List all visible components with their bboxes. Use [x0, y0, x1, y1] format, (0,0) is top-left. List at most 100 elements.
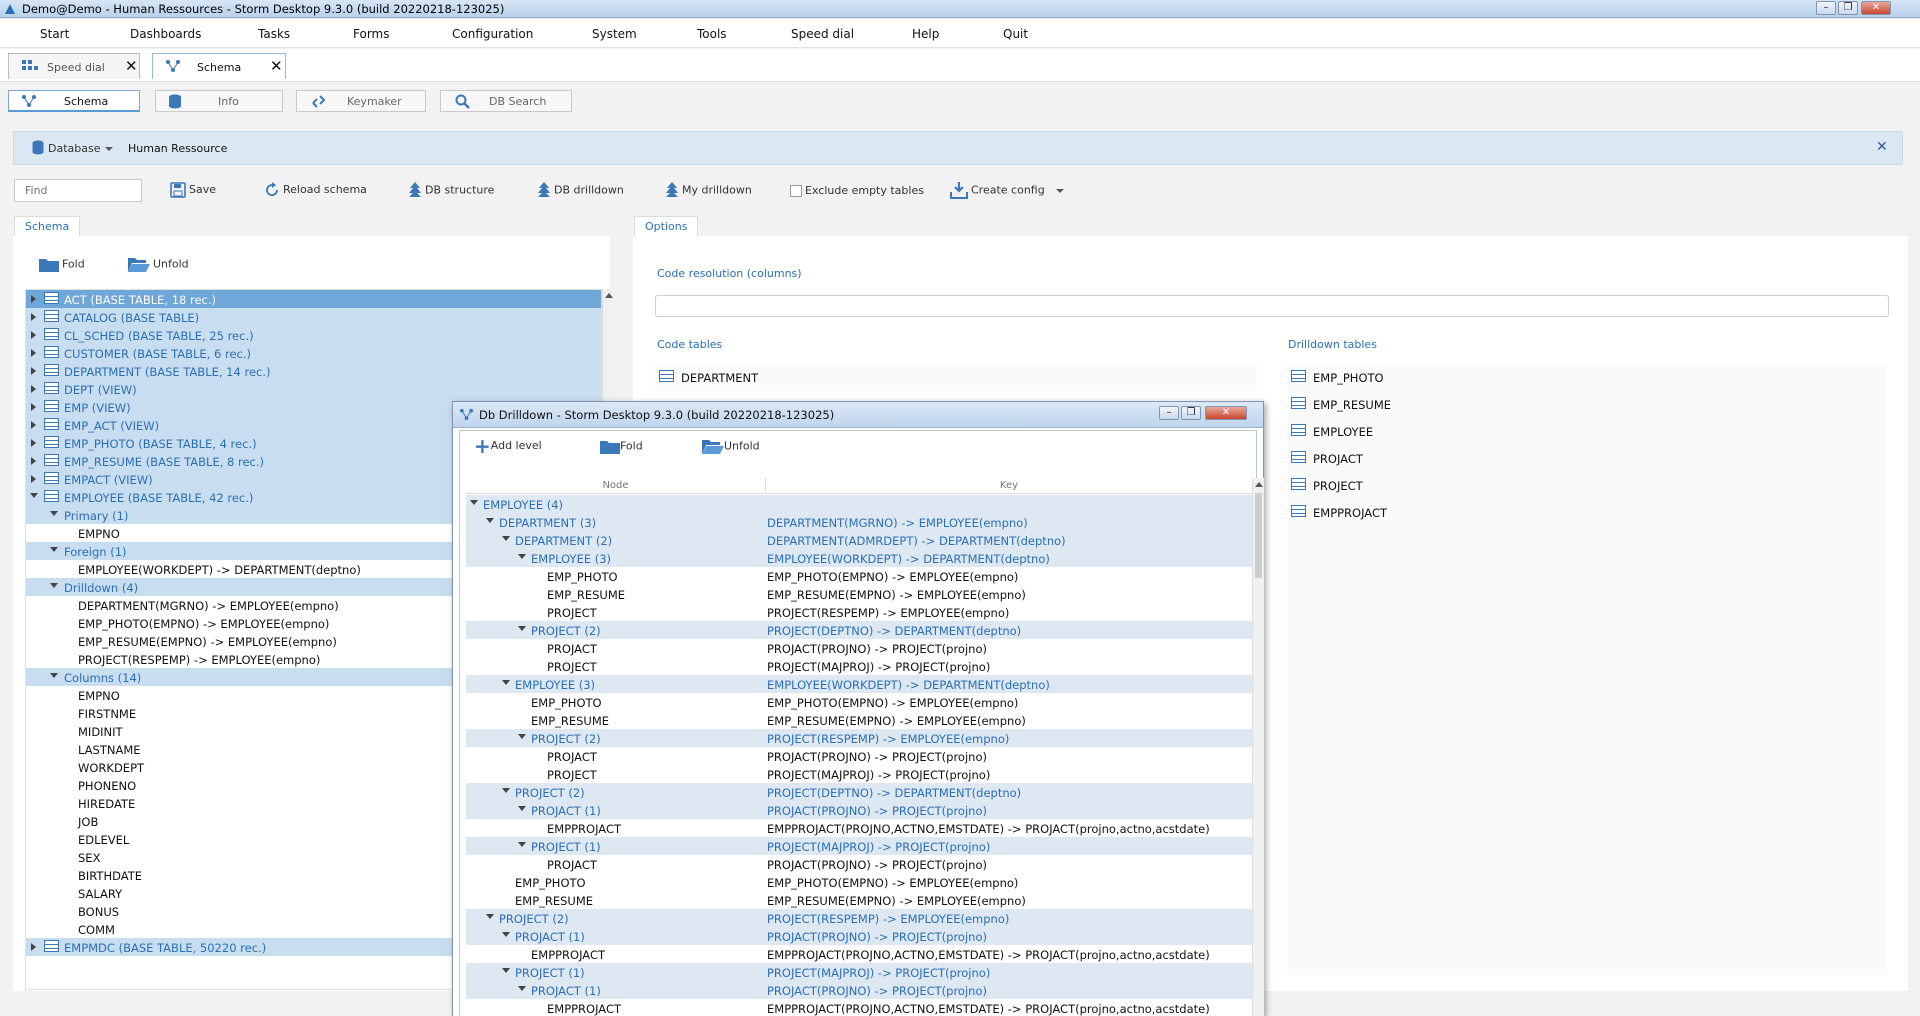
collapsed-arrow-icon[interactable]: [31, 295, 36, 303]
my-drilldown-button[interactable]: My drilldown: [665, 182, 752, 204]
drilldown-grid[interactable]: EMPLOYEE (4) DEPARTMENT (3) DEPARTMENT(MGR…: [466, 495, 1252, 1016]
drilldown-row[interactable]: EMPLOYEE (3) EMPLOYEE(WORKDEPT) -> DEPART…: [466, 675, 1252, 693]
expanded-arrow-icon[interactable]: [486, 914, 494, 919]
schema-tree-row[interactable]: CATALOG (BASE TABLE): [26, 308, 601, 326]
drilldown-row[interactable]: EMPPROJACT EMPPROJACT(PROJNO,ACTNO,EMSTDA…: [466, 819, 1252, 837]
drilldown-row[interactable]: DEPARTMENT (2) DEPARTMENT(ADMRDEPT) -> DE…: [466, 531, 1252, 549]
scroll-up-icon[interactable]: [605, 293, 613, 298]
expanded-arrow-icon[interactable]: [502, 932, 510, 937]
drilldown-row[interactable]: EMP_RESUME EMP_RESUME(EMPNO) -> EMPLOYEE(…: [466, 711, 1252, 729]
collapsed-arrow-icon[interactable]: [31, 313, 36, 321]
drilldown-row[interactable]: EMPLOYEE (3) EMPLOYEE(WORKDEPT) -> DEPART…: [466, 549, 1252, 567]
fold-button[interactable]: Fold: [39, 257, 85, 279]
close-window-button[interactable]: ✕: [1861, 1, 1891, 15]
drilldown-row[interactable]: EMP_PHOTO EMP_PHOTO(EMPNO) -> EMPLOYEE(em…: [466, 567, 1252, 585]
expanded-arrow-icon[interactable]: [518, 626, 526, 631]
minimize-button[interactable]: –: [1816, 1, 1836, 15]
unfold-button[interactable]: Unfold: [128, 257, 189, 279]
close-tab-icon[interactable]: ✕: [270, 57, 283, 75]
create-config-button[interactable]: Create config: [950, 182, 1067, 204]
expanded-arrow-icon[interactable]: [30, 493, 38, 498]
expanded-arrow-icon[interactable]: [502, 536, 510, 541]
expanded-arrow-icon[interactable]: [50, 511, 58, 516]
expanded-arrow-icon[interactable]: [502, 788, 510, 793]
code-table-item[interactable]: DEPARTMENT: [655, 366, 1255, 388]
expanded-arrow-icon[interactable]: [518, 842, 526, 847]
column-header-key[interactable]: Key: [766, 478, 1252, 493]
drilldown-table-item[interactable]: EMPLOYEE: [1287, 420, 1887, 442]
drilldown-row[interactable]: EMPPROJACT EMPPROJACT(PROJNO,ACTNO,EMSTDA…: [466, 999, 1252, 1016]
save-button[interactable]: Save: [170, 182, 216, 204]
menu-quit[interactable]: Quit: [1003, 27, 1028, 41]
close-tab-icon[interactable]: ✕: [125, 57, 138, 75]
code-resolution-input[interactable]: [655, 295, 1889, 317]
expanded-arrow-icon[interactable]: [518, 734, 526, 739]
drilldown-row[interactable]: PROJACT PROJACT(PROJNO) -> PROJECT(projno…: [466, 639, 1252, 657]
expanded-arrow-icon[interactable]: [50, 583, 58, 588]
drilldown-row[interactable]: PROJACT PROJACT(PROJNO) -> PROJECT(projno…: [466, 855, 1252, 873]
drilldown-grid-scrollbar[interactable]: [1252, 478, 1264, 1016]
expanded-arrow-icon[interactable]: [518, 986, 526, 991]
collapsed-arrow-icon[interactable]: [31, 385, 36, 393]
dialog-close-button[interactable]: ✕: [1205, 406, 1247, 420]
menu-speed-dial[interactable]: Speed dial: [791, 27, 854, 41]
expanded-arrow-icon[interactable]: [50, 673, 58, 678]
menu-system[interactable]: System: [592, 27, 637, 41]
drilldown-row[interactable]: PROJECT (1) PROJECT(MAJPROJ) -> PROJECT(p…: [466, 963, 1252, 981]
scroll-up-icon[interactable]: [1255, 482, 1263, 487]
drilldown-row[interactable]: EMPLOYEE (4): [466, 495, 1252, 513]
expanded-arrow-icon[interactable]: [50, 547, 58, 552]
schema-tree-row[interactable]: CUSTOMER (BASE TABLE, 6 rec.): [26, 344, 601, 362]
column-header-node[interactable]: Node: [466, 478, 766, 493]
collapsed-arrow-icon[interactable]: [31, 943, 36, 951]
tab-db-search[interactable]: DB Search: [440, 90, 572, 112]
collapsed-arrow-icon[interactable]: [31, 367, 36, 375]
expanded-arrow-icon[interactable]: [470, 500, 478, 505]
schema-tree-row[interactable]: ACT (BASE TABLE, 18 rec.): [26, 290, 601, 308]
find-input[interactable]: [14, 179, 142, 202]
code-tables-list[interactable]: DEPARTMENT: [655, 365, 1257, 391]
drilldown-row[interactable]: PROJECT PROJECT(MAJPROJ) -> PROJECT(projn…: [466, 765, 1252, 783]
drilldown-row[interactable]: EMP_PHOTO EMP_PHOTO(EMPNO) -> EMPLOYEE(em…: [466, 693, 1252, 711]
drilldown-table-item[interactable]: PROJECT: [1287, 474, 1887, 496]
exclude-empty-tables-checkbox[interactable]: Exclude empty tables: [790, 184, 924, 206]
dialog-maximize-button[interactable]: ❐: [1181, 406, 1201, 420]
drilldown-row[interactable]: PROJECT (2) PROJECT(DEPTNO) -> DEPARTMENT…: [466, 621, 1252, 639]
drilldown-row[interactable]: PROJACT (1) PROJACT(PROJNO) -> PROJECT(pr…: [466, 927, 1252, 945]
drilldown-row[interactable]: PROJECT PROJECT(MAJPROJ) -> PROJECT(projn…: [466, 657, 1252, 675]
dialog-minimize-button[interactable]: –: [1159, 406, 1179, 420]
drilldown-row[interactable]: EMP_RESUME EMP_RESUME(EMPNO) -> EMPLOYEE(…: [466, 891, 1252, 909]
tab-schema[interactable]: Schema: [8, 90, 140, 112]
drilldown-tables-list[interactable]: EMP_PHOTO EMP_RESUME EMPLOYEE PROJACT PR…: [1287, 365, 1887, 975]
drilldown-table-item[interactable]: PROJACT: [1287, 447, 1887, 469]
drilldown-row[interactable]: EMP_RESUME EMP_RESUME(EMPNO) -> EMPLOYEE(…: [466, 585, 1252, 603]
reload-schema-button[interactable]: Reload schema: [264, 182, 367, 204]
maximize-button[interactable]: ❐: [1838, 1, 1858, 15]
schema-tree-row[interactable]: CL_SCHED (BASE TABLE, 25 rec.): [26, 326, 601, 344]
dialog-unfold-button[interactable]: Unfold: [702, 439, 760, 454]
scrollbar-thumb[interactable]: [1255, 493, 1262, 578]
chevron-down-icon[interactable]: [1056, 188, 1065, 193]
drilldown-table-item[interactable]: EMP_RESUME: [1287, 393, 1887, 415]
panel-tab-options[interactable]: Options: [634, 216, 699, 236]
tab-keymaker[interactable]: Keymaker: [296, 90, 426, 112]
collapsed-arrow-icon[interactable]: [31, 331, 36, 339]
database-dropdown[interactable]: Database: [48, 142, 101, 155]
expanded-arrow-icon[interactable]: [518, 806, 526, 811]
menu-help[interactable]: Help: [912, 27, 939, 41]
add-level-button[interactable]: +Add level: [474, 436, 542, 456]
drilldown-row[interactable]: PROJECT (2) PROJECT(DEPTNO) -> DEPARTMENT…: [466, 783, 1252, 801]
expanded-arrow-icon[interactable]: [502, 968, 510, 973]
schema-tree-row[interactable]: DEPT (VIEW): [26, 380, 601, 398]
collapsed-arrow-icon[interactable]: [31, 421, 36, 429]
collapsed-arrow-icon[interactable]: [31, 475, 36, 483]
drilldown-row[interactable]: PROJECT PROJECT(RESPEMP) -> EMPLOYEE(empn…: [466, 603, 1252, 621]
expanded-arrow-icon[interactable]: [518, 554, 526, 559]
drilldown-row[interactable]: PROJACT PROJACT(PROJNO) -> PROJECT(projno…: [466, 747, 1252, 765]
drilldown-row[interactable]: PROJACT (1) PROJACT(PROJNO) -> PROJECT(pr…: [466, 801, 1252, 819]
collapsed-arrow-icon[interactable]: [31, 457, 36, 465]
collapsed-arrow-icon[interactable]: [31, 439, 36, 447]
expanded-arrow-icon[interactable]: [486, 518, 494, 523]
menu-configuration[interactable]: Configuration: [452, 27, 533, 41]
close-icon[interactable]: ✕: [1876, 139, 1888, 155]
